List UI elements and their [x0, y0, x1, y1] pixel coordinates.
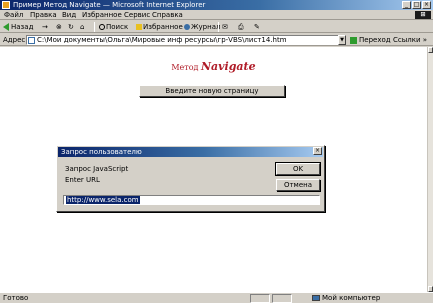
status-text: Готово: [3, 294, 29, 302]
go-label: Переход: [359, 36, 391, 44]
history-button[interactable]: Журнал: [184, 22, 220, 32]
menu-bar: Файл Правка Вид Избранное Сервис Справка: [0, 10, 433, 20]
dialog-titlebar: Запрос пользователю: [58, 147, 323, 157]
menu-item-view[interactable]: Вид: [62, 11, 76, 19]
ok-button[interactable]: OK: [275, 162, 321, 176]
back-arrow-icon: [3, 23, 9, 31]
windows-logo-icon: ⊞: [415, 11, 431, 19]
favorites-icon: [136, 24, 142, 30]
favorites-button[interactable]: Избранное: [136, 22, 183, 32]
dialog-title: Запрос пользователю: [61, 148, 142, 156]
dialog-close-button[interactable]: ×: [313, 147, 322, 155]
menu-item-help[interactable]: Справка: [152, 11, 183, 19]
address-input[interactable]: C:\Мои документы\Ольга\Мировые инф ресур…: [26, 35, 346, 45]
search-label: Поиск: [106, 23, 129, 31]
history-icon: [184, 24, 190, 30]
address-value: C:\Мои документы\Ольга\Мировые инф ресур…: [37, 36, 287, 44]
home-button[interactable]: ⌂: [80, 22, 84, 32]
dialog-message-line2: Enter URL: [65, 176, 100, 184]
vertical-scrollbar[interactable]: [427, 47, 433, 292]
back-label: Назад: [11, 23, 34, 31]
go-arrow-icon: [350, 36, 357, 44]
address-dropdown-button[interactable]: ▼: [338, 35, 346, 45]
maximize-button[interactable]: □: [412, 1, 421, 9]
address-bar: Адрес C:\Мои документы\Ольга\Мировые инф…: [0, 34, 433, 46]
window-titlebar: Пример Метод Navigate — Microsoft Intern…: [0, 0, 433, 10]
mail-button[interactable]: ✉: [222, 22, 228, 32]
zone-label: Мой компьютер: [322, 294, 381, 302]
prompt-dialog: Запрос пользователю × Запрос JavaScript …: [56, 145, 325, 212]
menu-item-tools[interactable]: Сервис: [124, 11, 150, 19]
search-icon: [99, 24, 105, 30]
status-pane: [250, 294, 270, 303]
history-label: Журнал: [191, 23, 221, 31]
heading-prefix: Метод: [171, 63, 199, 72]
minimize-button[interactable]: _: [402, 1, 411, 9]
stop-button[interactable]: ⊗: [56, 22, 62, 32]
edit-button[interactable]: ✎: [254, 22, 260, 32]
print-button[interactable]: ⎙: [238, 22, 244, 32]
status-zone: Мой компьютер: [312, 294, 380, 303]
go-button[interactable]: Переход: [350, 35, 391, 45]
toolbar-separator: [94, 22, 95, 32]
status-bar: Готово Мой компьютер: [0, 292, 433, 303]
links-button[interactable]: Ссылки »: [393, 35, 427, 45]
enter-new-page-button[interactable]: Введите новую страницу: [139, 85, 285, 97]
search-button[interactable]: Поиск: [99, 22, 128, 32]
toolbar: Назад → ⊗ ↻ ⌂ Поиск Избранное Журнал ✉ ⎙…: [0, 21, 433, 33]
page-heading: Метод Navigate: [0, 60, 427, 73]
favorites-label: Избранное: [143, 23, 183, 31]
heading-name: Navigate: [200, 60, 256, 73]
dialog-message-line1: Запрос JavaScript: [65, 165, 129, 173]
cancel-button[interactable]: Отмена: [276, 179, 320, 191]
address-label: Адрес: [3, 36, 26, 44]
url-input-value: http://www.sela.com: [66, 196, 140, 204]
scroll-up-icon[interactable]: [428, 47, 433, 53]
window-title: Пример Метод Navigate — Microsoft Intern…: [13, 1, 206, 9]
menu-item-edit[interactable]: Правка: [30, 11, 57, 19]
toolbar-separator: [218, 22, 219, 32]
refresh-button[interactable]: ↻: [68, 22, 74, 32]
computer-icon: [312, 295, 320, 301]
back-button[interactable]: Назад: [3, 22, 33, 32]
forward-button[interactable]: →: [42, 22, 48, 32]
close-button[interactable]: ×: [422, 1, 431, 9]
menu-item-file[interactable]: Файл: [4, 11, 23, 19]
menu-item-favorites[interactable]: Избранное: [82, 11, 122, 19]
ie-icon: [2, 1, 10, 9]
url-input[interactable]: http://www.sela.com: [63, 195, 320, 205]
page-icon: [28, 37, 35, 44]
status-pane: [272, 294, 292, 303]
